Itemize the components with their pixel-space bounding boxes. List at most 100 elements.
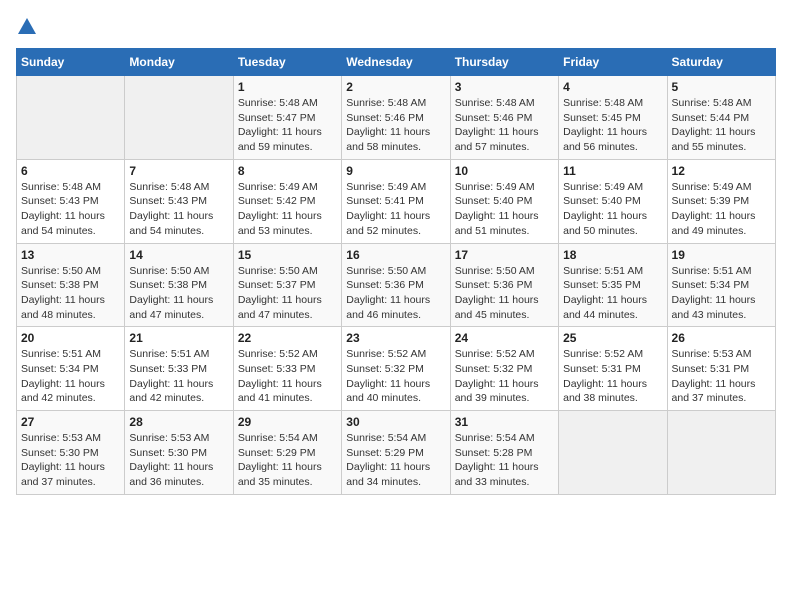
calendar-cell: 21 Sunrise: 5:51 AMSunset: 5:33 PMDayligh… [125, 327, 233, 411]
day-number: 5 [672, 80, 771, 94]
day-number: 19 [672, 248, 771, 262]
weekday-header-monday: Monday [125, 49, 233, 76]
day-detail: Sunrise: 5:50 AMSunset: 5:36 PMDaylight:… [455, 264, 554, 323]
calendar-cell: 29 Sunrise: 5:54 AMSunset: 5:29 PMDayligh… [233, 411, 341, 495]
calendar-cell [125, 76, 233, 160]
day-number: 27 [21, 415, 120, 429]
day-number: 6 [21, 164, 120, 178]
calendar-cell: 28Sunrise: 5:53 AMSunset: 5:30 PMDayligh… [125, 411, 233, 495]
calendar-table: SundayMondayTuesdayWednesdayThursdayFrid… [16, 48, 776, 495]
calendar-cell [17, 76, 125, 160]
calendar-cell: 9 Sunrise: 5:49 AMSunset: 5:41 PMDaylight… [342, 159, 450, 243]
day-number: 17 [455, 248, 554, 262]
day-number: 26 [672, 331, 771, 345]
weekday-header-sunday: Sunday [17, 49, 125, 76]
calendar-cell [559, 411, 667, 495]
day-detail: Sunrise: 5:51 AMSunset: 5:35 PMDaylight:… [563, 264, 662, 323]
day-number: 8 [238, 164, 337, 178]
calendar-cell: 19 Sunrise: 5:51 AMSunset: 5:34 PMDayligh… [667, 243, 775, 327]
calendar-cell: 13 Sunrise: 5:50 AMSunset: 5:38 PMDayligh… [17, 243, 125, 327]
day-number: 15 [238, 248, 337, 262]
calendar-cell: 15 Sunrise: 5:50 AMSunset: 5:37 PMDayligh… [233, 243, 341, 327]
day-detail: Sunrise: 5:51 AMSunset: 5:33 PMDaylight:… [129, 347, 228, 406]
day-detail: Sunrise: 5:51 AMSunset: 5:34 PMDaylight:… [21, 347, 120, 406]
day-detail: Sunrise: 5:48 AMSunset: 5:43 PMDaylight:… [21, 180, 120, 239]
calendar-cell: 17 Sunrise: 5:50 AMSunset: 5:36 PMDayligh… [450, 243, 558, 327]
day-number: 4 [563, 80, 662, 94]
day-number: 18 [563, 248, 662, 262]
calendar-cell: 31 Sunrise: 5:54 AMSunset: 5:28 PMDayligh… [450, 411, 558, 495]
calendar-week-row: 27 Sunrise: 5:53 AMSunset: 5:30 PMDayligh… [17, 411, 776, 495]
day-number: 24 [455, 331, 554, 345]
calendar-cell: 3 Sunrise: 5:48 AMSunset: 5:46 PMDaylight… [450, 76, 558, 160]
day-detail: Sunrise: 5:49 AMSunset: 5:40 PMDaylight:… [563, 180, 662, 239]
calendar-cell: 10 Sunrise: 5:49 AMSunset: 5:40 PMDayligh… [450, 159, 558, 243]
day-number: 22 [238, 331, 337, 345]
calendar-week-row: 20 Sunrise: 5:51 AMSunset: 5:34 PMDayligh… [17, 327, 776, 411]
day-detail: Sunrise: 5:48 AMSunset: 5:43 PMDaylight:… [129, 180, 228, 239]
day-number: 2 [346, 80, 445, 94]
day-detail: Sunrise: 5:51 AMSunset: 5:34 PMDaylight:… [672, 264, 771, 323]
day-detail: Sunrise: 5:50 AMSunset: 5:38 PMDaylight:… [21, 264, 120, 323]
calendar-cell [667, 411, 775, 495]
day-number: 1 [238, 80, 337, 94]
day-number: 9 [346, 164, 445, 178]
day-number: 11 [563, 164, 662, 178]
day-detail: Sunrise: 5:52 AMSunset: 5:32 PMDaylight:… [346, 347, 445, 406]
logo-icon [16, 16, 38, 38]
day-number: 21 [129, 331, 228, 345]
day-detail: Sunrise: 5:49 AMSunset: 5:39 PMDaylight:… [672, 180, 771, 239]
calendar-week-row: 1 Sunrise: 5:48 AMSunset: 5:47 PMDaylight… [17, 76, 776, 160]
day-number: 25 [563, 331, 662, 345]
day-detail: Sunrise: 5:50 AMSunset: 5:37 PMDaylight:… [238, 264, 337, 323]
day-detail: Sunrise: 5:52 AMSunset: 5:31 PMDaylight:… [563, 347, 662, 406]
page-header [16, 16, 776, 38]
calendar-cell: 7 Sunrise: 5:48 AMSunset: 5:43 PMDaylight… [125, 159, 233, 243]
calendar-cell: 16Sunrise: 5:50 AMSunset: 5:36 PMDayligh… [342, 243, 450, 327]
weekday-header-friday: Friday [559, 49, 667, 76]
calendar-cell: 12 Sunrise: 5:49 AMSunset: 5:39 PMDayligh… [667, 159, 775, 243]
calendar-cell: 20 Sunrise: 5:51 AMSunset: 5:34 PMDayligh… [17, 327, 125, 411]
day-detail: Sunrise: 5:52 AMSunset: 5:33 PMDaylight:… [238, 347, 337, 406]
day-detail: Sunrise: 5:50 AMSunset: 5:38 PMDaylight:… [129, 264, 228, 323]
calendar-cell: 18 Sunrise: 5:51 AMSunset: 5:35 PMDayligh… [559, 243, 667, 327]
calendar-cell: 30 Sunrise: 5:54 AMSunset: 5:29 PMDayligh… [342, 411, 450, 495]
day-detail: Sunrise: 5:48 AMSunset: 5:44 PMDaylight:… [672, 96, 771, 155]
weekday-header-tuesday: Tuesday [233, 49, 341, 76]
day-number: 7 [129, 164, 228, 178]
calendar-week-row: 13 Sunrise: 5:50 AMSunset: 5:38 PMDayligh… [17, 243, 776, 327]
calendar-cell: 22 Sunrise: 5:52 AMSunset: 5:33 PMDayligh… [233, 327, 341, 411]
calendar-cell: 14Sunrise: 5:50 AMSunset: 5:38 PMDayligh… [125, 243, 233, 327]
calendar-cell: 6 Sunrise: 5:48 AMSunset: 5:43 PMDaylight… [17, 159, 125, 243]
weekday-header-wednesday: Wednesday [342, 49, 450, 76]
day-detail: Sunrise: 5:54 AMSunset: 5:29 PMDaylight:… [238, 431, 337, 490]
day-detail: Sunrise: 5:53 AMSunset: 5:30 PMDaylight:… [21, 431, 120, 490]
calendar-cell: 8 Sunrise: 5:49 AMSunset: 5:42 PMDaylight… [233, 159, 341, 243]
weekday-header-saturday: Saturday [667, 49, 775, 76]
day-detail: Sunrise: 5:48 AMSunset: 5:47 PMDaylight:… [238, 96, 337, 155]
day-detail: Sunrise: 5:49 AMSunset: 5:42 PMDaylight:… [238, 180, 337, 239]
logo [16, 16, 40, 38]
calendar-cell: 1 Sunrise: 5:48 AMSunset: 5:47 PMDaylight… [233, 76, 341, 160]
calendar-cell: 26Sunrise: 5:53 AMSunset: 5:31 PMDayligh… [667, 327, 775, 411]
day-number: 3 [455, 80, 554, 94]
day-number: 30 [346, 415, 445, 429]
day-detail: Sunrise: 5:53 AMSunset: 5:30 PMDaylight:… [129, 431, 228, 490]
day-detail: Sunrise: 5:48 AMSunset: 5:46 PMDaylight:… [455, 96, 554, 155]
day-detail: Sunrise: 5:50 AMSunset: 5:36 PMDaylight:… [346, 264, 445, 323]
day-number: 13 [21, 248, 120, 262]
calendar-cell: 23Sunrise: 5:52 AMSunset: 5:32 PMDayligh… [342, 327, 450, 411]
day-number: 20 [21, 331, 120, 345]
calendar-cell: 25 Sunrise: 5:52 AMSunset: 5:31 PMDayligh… [559, 327, 667, 411]
day-detail: Sunrise: 5:54 AMSunset: 5:28 PMDaylight:… [455, 431, 554, 490]
day-number: 31 [455, 415, 554, 429]
day-detail: Sunrise: 5:49 AMSunset: 5:41 PMDaylight:… [346, 180, 445, 239]
day-number: 29 [238, 415, 337, 429]
weekday-header-thursday: Thursday [450, 49, 558, 76]
day-detail: Sunrise: 5:48 AMSunset: 5:46 PMDaylight:… [346, 96, 445, 155]
day-number: 12 [672, 164, 771, 178]
calendar-cell: 24Sunrise: 5:52 AMSunset: 5:32 PMDayligh… [450, 327, 558, 411]
day-detail: Sunrise: 5:54 AMSunset: 5:29 PMDaylight:… [346, 431, 445, 490]
day-detail: Sunrise: 5:49 AMSunset: 5:40 PMDaylight:… [455, 180, 554, 239]
day-number: 10 [455, 164, 554, 178]
